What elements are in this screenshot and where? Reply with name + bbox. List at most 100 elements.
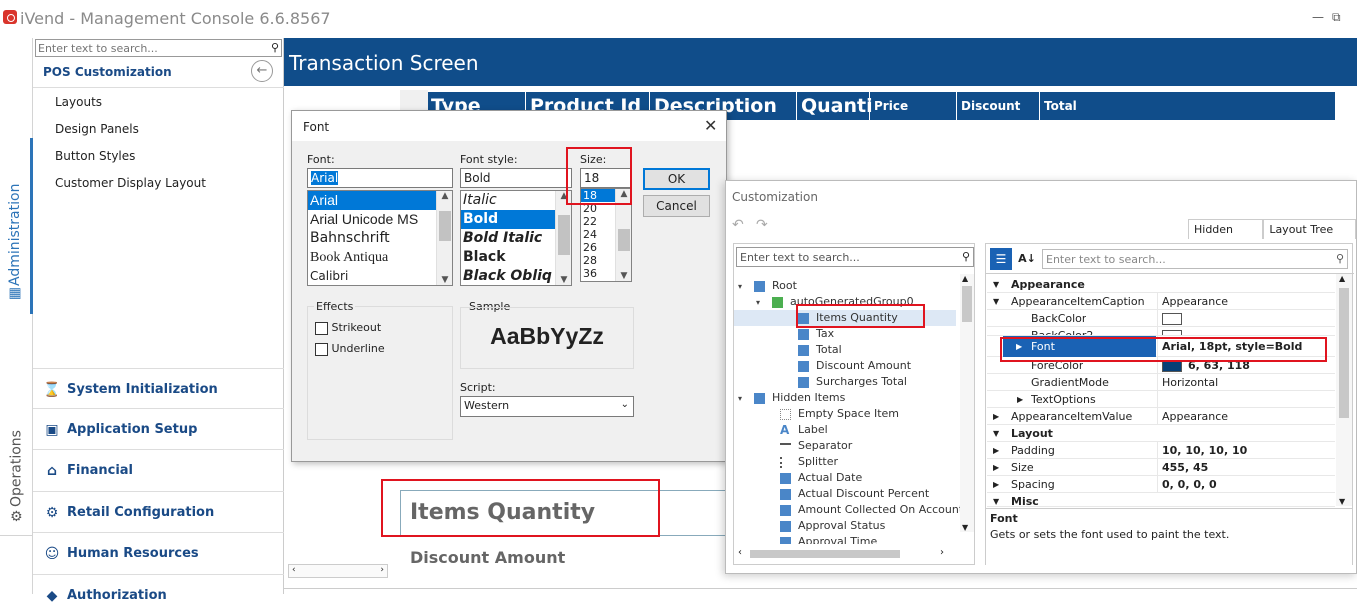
tree-vertical-scrollbar[interactable]: ▲ ▼	[960, 274, 974, 532]
tree-node-item[interactable]: Amount Collected On Account	[780, 502, 963, 518]
strikeout-option[interactable]: Strikeout	[315, 321, 381, 335]
tree-node-item[interactable]: Tax	[798, 326, 834, 342]
categorized-view-icon[interactable]: ☰	[990, 248, 1012, 270]
expand-icon[interactable]: ▶	[1017, 391, 1023, 408]
back-arrow-icon[interactable]: ←	[251, 60, 273, 82]
collapse-icon[interactable]: ▼	[993, 493, 999, 506]
property-value[interactable]: 10, 10, 10, 10	[1157, 442, 1333, 459]
font-list-item[interactable]: Calibri	[308, 267, 452, 285]
property-row[interactable]: ▶ AppearanceItemValue Appearance	[987, 408, 1335, 425]
minimize-button[interactable]: —	[1312, 10, 1324, 24]
restore-button[interactable]: ⧉	[1332, 10, 1341, 25]
nav-group-application-setup[interactable]: ▣ Application Setup	[33, 408, 284, 450]
scroll-down-icon[interactable]: ▼	[1339, 497, 1345, 506]
property-row[interactable]: ▼ AppearanceItemCaption Appearance	[987, 293, 1335, 310]
scroll-thumb[interactable]	[750, 550, 900, 558]
underline-checkbox[interactable]	[315, 342, 328, 356]
collapse-icon[interactable]: ▼	[993, 425, 999, 442]
property-row[interactable]: BackColor2	[987, 327, 1335, 336]
nav-search-box[interactable]: ⚲	[35, 39, 282, 57]
property-row[interactable]: ▶ TextOptions	[987, 391, 1335, 408]
tree-node-item[interactable]: Actual Discount Percent	[780, 486, 929, 502]
discount-amount-label[interactable]: Discount Amount	[410, 548, 565, 567]
scroll-left-icon[interactable]: ‹	[738, 547, 742, 558]
property-row[interactable]: BackColor	[987, 310, 1335, 327]
font-style-list[interactable]: Italic Bold Bold Italic Black Black Obli…	[460, 190, 572, 286]
property-category-layout[interactable]: ▼ Layout	[987, 425, 1335, 442]
font-list-scrollbar[interactable]: ▲ ▼	[436, 191, 452, 285]
column-header[interactable]: Total	[1041, 92, 1335, 120]
font-list[interactable]: Arial Arial Unicode MS Bahnschrift Book …	[307, 190, 453, 286]
scroll-thumb[interactable]	[962, 286, 972, 322]
horizontal-scrollbar[interactable]: ‹ ›	[288, 564, 388, 578]
scroll-up-icon[interactable]: ▲	[962, 274, 968, 283]
font-list-item[interactable]: Book Antiqua	[308, 248, 452, 267]
font-list-item[interactable]: Arial	[308, 191, 452, 210]
tree-node-item[interactable]: Discount Amount	[798, 358, 911, 374]
expand-icon[interactable]: ▶	[993, 442, 999, 459]
nav-item-design-panels[interactable]: Design Panels	[55, 122, 139, 136]
tab-hidden-items[interactable]: Hidden Items	[1188, 219, 1264, 256]
tree-node-item[interactable]: Splitter	[780, 454, 838, 470]
scroll-thumb[interactable]	[1339, 288, 1349, 418]
tree-node-item[interactable]: Approval Status	[780, 518, 885, 534]
property-row[interactable]: ▶ Padding 10, 10, 10, 10	[987, 442, 1335, 459]
search-icon[interactable]: ⚲	[962, 250, 970, 263]
collapse-icon[interactable]: ▾	[738, 279, 748, 295]
property-row[interactable]: GradientMode Horizontal	[987, 374, 1335, 391]
font-list-item[interactable]: Arial Unicode MS	[308, 210, 452, 229]
property-search-box[interactable]: Enter text to search... ⚲	[1042, 249, 1348, 269]
strikeout-checkbox[interactable]	[315, 321, 328, 335]
font-style-input[interactable]: Bold	[460, 168, 572, 188]
property-category-misc[interactable]: ▼ Misc	[987, 493, 1335, 507]
property-value[interactable]: Appearance	[1157, 293, 1333, 310]
scroll-up-icon[interactable]: ▲	[1339, 274, 1345, 283]
property-value[interactable]: 455, 45	[1157, 459, 1333, 476]
nav-group-financial[interactable]: ⌂ Financial	[33, 449, 284, 491]
tree-search-box[interactable]: Enter text to search... ⚲	[736, 247, 974, 267]
close-icon[interactable]: ✕	[704, 116, 717, 135]
property-value[interactable]: Appearance	[1157, 408, 1333, 425]
tree-node-hidden-items[interactable]: ▾ Hidden Items	[738, 390, 845, 406]
search-icon[interactable]: ⚲	[1336, 252, 1344, 265]
collapse-icon[interactable]: ▼	[993, 293, 999, 310]
nav-group-human-resources[interactable]: ☺ Human Resources	[33, 532, 284, 574]
tree-node-item[interactable]: Approval Time	[780, 534, 877, 544]
tree-horizontal-scrollbar[interactable]: ‹ ›	[734, 544, 974, 564]
column-header[interactable]: Quanti	[798, 92, 873, 120]
scroll-down-icon[interactable]: ▼	[962, 523, 968, 532]
nav-group-system-initialization[interactable]: ⌛ System Initialization	[33, 368, 284, 410]
nav-item-customer-display-layout[interactable]: Customer Display Layout	[55, 176, 206, 190]
property-value[interactable]: Horizontal	[1157, 374, 1333, 391]
collapse-icon[interactable]: ▾	[756, 295, 766, 311]
column-header[interactable]: Price	[871, 92, 957, 120]
tree-node-item[interactable]: Total	[798, 342, 842, 358]
property-vertical-scrollbar[interactable]: ▲ ▼	[1336, 274, 1352, 506]
tab-administration[interactable]: ▦ Administration	[0, 138, 33, 314]
property-row[interactable]: ▶ Spacing 0, 0, 0, 0	[987, 476, 1335, 493]
nav-group-authorization[interactable]: ◆ Authorization	[33, 574, 284, 616]
font-list-item[interactable]: Bahnschrift	[308, 229, 452, 248]
collapse-icon[interactable]: ▼	[993, 276, 999, 293]
tree-node-item[interactable]: Surcharges Total	[798, 374, 907, 390]
tab-operations[interactable]: ⚙ Operations	[0, 316, 33, 536]
nav-group-retail-configuration[interactable]: ⚙ Retail Configuration	[33, 491, 284, 533]
tree-node-item[interactable]: Separator	[780, 438, 852, 454]
font-name-input[interactable]: Arial	[307, 168, 453, 188]
property-value[interactable]: 0, 0, 0, 0	[1157, 476, 1333, 493]
nav-item-layouts[interactable]: Layouts	[55, 95, 102, 109]
scroll-right-icon[interactable]: ›	[380, 565, 384, 575]
collapse-icon[interactable]: ▾	[738, 391, 748, 407]
tab-layout-tree-view[interactable]: Layout Tree View	[1263, 219, 1356, 256]
nav-search-input[interactable]	[36, 40, 256, 56]
property-value[interactable]	[1157, 310, 1333, 327]
script-select[interactable]: Western ⌄	[460, 396, 634, 417]
property-row[interactable]: ▶ Size 455, 45	[987, 459, 1335, 476]
ok-button[interactable]: OK	[643, 168, 710, 190]
scroll-left-icon[interactable]: ‹	[292, 565, 296, 575]
tree-node-item[interactable]: A Label	[780, 422, 828, 438]
column-header[interactable]: Discount	[958, 92, 1040, 120]
tree-node-item[interactable]: Actual Date	[780, 470, 862, 486]
expand-icon[interactable]: ▶	[993, 476, 999, 493]
cancel-button[interactable]: Cancel	[643, 195, 710, 217]
